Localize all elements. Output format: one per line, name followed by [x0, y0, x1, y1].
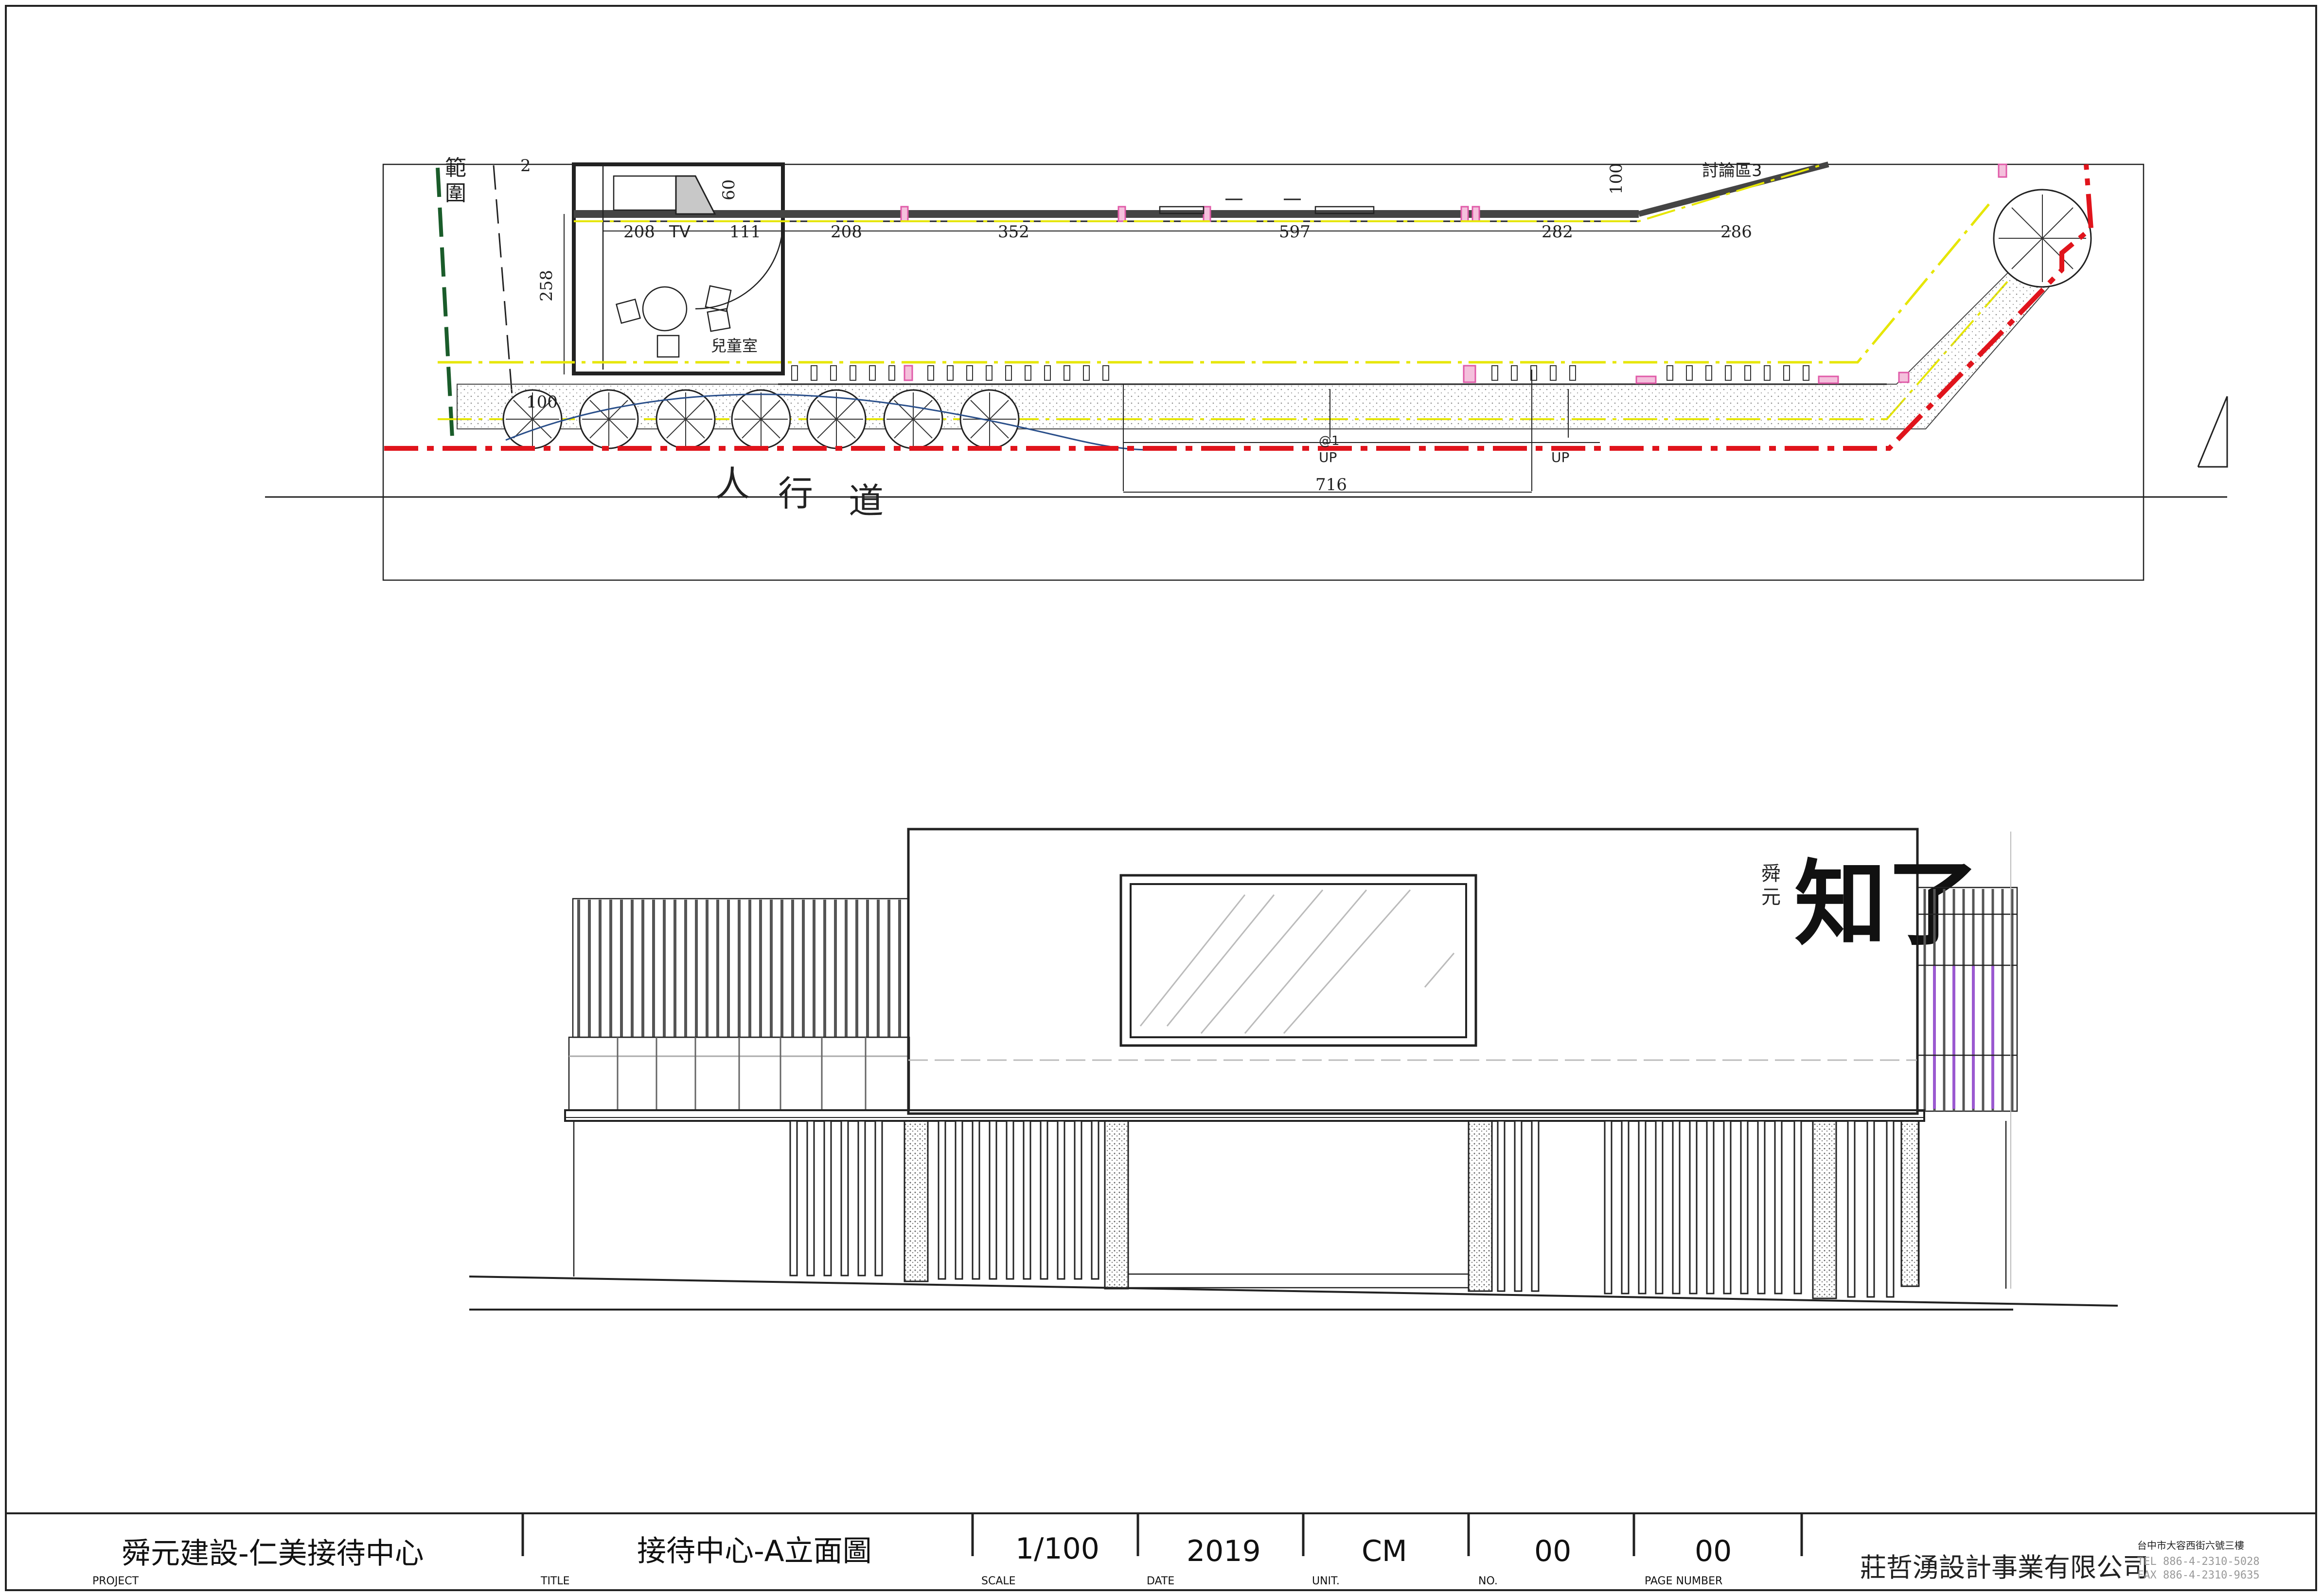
cabinet-block	[675, 175, 716, 215]
at1-label: @1	[1319, 434, 1340, 448]
unit-caption: UNIT.	[1312, 1575, 1340, 1587]
dim-100-tree: 100	[526, 392, 558, 412]
dim-2: 2	[520, 156, 531, 176]
up-label-2: UP	[1551, 449, 1569, 465]
dim-258: 258	[537, 270, 556, 301]
children-room-label: 兒童室	[711, 337, 758, 355]
title-block: 舜元建設-仁美接待中心 PROJECT 接待中心-A立面圖 TITLE 1/10…	[6, 1512, 2316, 1587]
logo-small-2: 元	[1761, 886, 1781, 908]
discussion-label: 討論區3	[1702, 161, 1762, 180]
dim-282: 282	[1542, 222, 1573, 242]
scale-value: 1/100	[1015, 1532, 1099, 1566]
drawing-sheet: 範 圍 2 兒童室 208 TV 111 208 352 597 282 286	[5, 5, 2317, 1591]
left-glass-mullions	[617, 1037, 867, 1110]
sidewalk-char-3: 道	[849, 480, 884, 521]
logo-mark: 知了	[1794, 850, 1979, 958]
company-tel: TEL 886-4-2310-5028	[2137, 1556, 2260, 1568]
range-label-1: 範	[445, 156, 466, 180]
range-dashed-line	[436, 167, 454, 438]
north-marker-diag	[2197, 396, 2228, 467]
left-screen-slats	[577, 900, 901, 1037]
entrance-step	[1127, 1273, 1470, 1289]
dim-60: 60	[719, 179, 739, 200]
dim-597: 597	[1279, 222, 1311, 242]
date-value: 2019	[1187, 1534, 1261, 1568]
dim-716: 716	[1315, 475, 1347, 495]
dim-111: 111	[729, 222, 761, 242]
top-dimension-line: 208 TV 111 208 352 597 282 286	[603, 222, 1752, 242]
scale-caption: SCALE	[981, 1575, 1016, 1587]
window-frame-inner	[1130, 883, 1467, 1038]
title-value: 接待中心-A立面圖	[637, 1534, 872, 1568]
tv-cabinet	[613, 175, 678, 211]
pink-bollards	[904, 365, 1910, 384]
chair-2	[705, 285, 732, 312]
slat-groups	[789, 1120, 1895, 1298]
window-glare-lines	[1139, 889, 1455, 1034]
sidewalk-char-2: 行	[778, 473, 813, 514]
table-round	[642, 286, 688, 332]
stone-columns	[904, 1120, 1920, 1299]
company-name: 莊哲湧設計事業有限公司	[1860, 1552, 2149, 1583]
sidewalk-char-1: 人	[715, 463, 750, 504]
title-caption: TITLE	[540, 1575, 570, 1587]
company-fax: FAX 886-4-2310-9635	[2137, 1569, 2260, 1581]
project-value: 舜元建設-仁美接待中心	[122, 1537, 424, 1571]
chair-4	[656, 335, 680, 358]
range-label-2: 圍	[445, 181, 466, 206]
window-frame-outer	[1119, 874, 1477, 1047]
elevation-a: 舜 元 知了	[469, 828, 2118, 1311]
page-value: 00	[1695, 1534, 1732, 1568]
project-caption: PROJECT	[92, 1575, 139, 1587]
logo-small-1: 舜	[1761, 863, 1781, 885]
date-caption: DATE	[1147, 1575, 1174, 1587]
sheet-border	[5, 5, 2317, 1591]
dim-208a: 208	[623, 222, 655, 242]
chair-3	[707, 308, 731, 332]
dim-tv: TV	[669, 222, 691, 242]
chair-1	[615, 298, 641, 324]
page-caption: PAGE NUMBER	[1645, 1575, 1722, 1587]
no-value: 00	[1534, 1534, 1571, 1568]
dim-100-top: 100	[1607, 163, 1626, 195]
company-address: 台中市大容西街六號三樓	[2137, 1540, 2244, 1551]
dim-208b: 208	[831, 222, 862, 242]
floor-plan: 範 圍 2 兒童室 208 TV 111 208 352 597 282 286	[265, 156, 2228, 581]
canopy-slab	[564, 1109, 1925, 1122]
up-label-1: UP	[1319, 449, 1337, 465]
dim-352: 352	[998, 222, 1029, 242]
unit-value: CM	[1362, 1534, 1407, 1568]
no-caption: NO.	[1478, 1575, 1498, 1587]
dim-286: 286	[1720, 222, 1752, 242]
